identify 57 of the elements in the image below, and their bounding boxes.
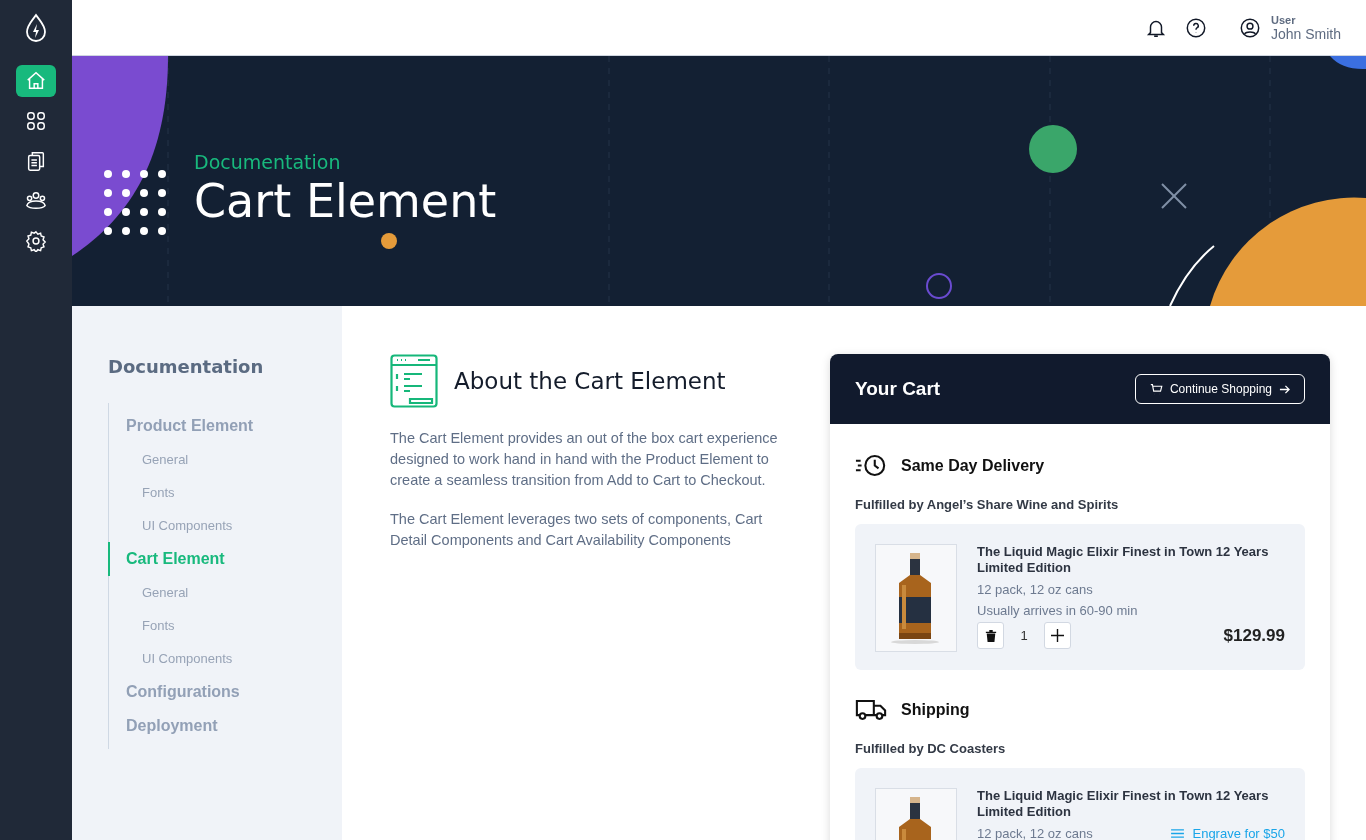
docs-nav-section[interactable]: Product Element (108, 409, 342, 443)
product-name: The Liquid Magic Elixir Finest in Town 12 Years Limited Edition (977, 544, 1270, 576)
filled-circle (1029, 125, 1077, 173)
help-icon[interactable] (1184, 16, 1207, 39)
quantity-value: 1 (1019, 628, 1029, 643)
product-name: The Liquid Magic Elixir Finest in Town 12 Years Limited Edition (977, 788, 1270, 820)
hero-title: Cart Element (194, 173, 497, 229)
clipboard-icon (25, 150, 47, 172)
engrave-link[interactable]: Engrave for $50 (1171, 826, 1285, 840)
product-variant: 12 pack, 12 oz cans (977, 826, 1093, 840)
truck-icon (855, 698, 887, 721)
fulfilled-by-label: Fulfilled by Angel’s Share Wine and Spirits (855, 497, 1120, 512)
increase-button[interactable] (1044, 622, 1071, 649)
delivery-group-title: Same Day Delivery (901, 456, 1045, 475)
user-avatar-icon[interactable] (1238, 16, 1261, 39)
user-label: User (1270, 13, 1297, 26)
hero-eyebrow: Documentation (194, 151, 342, 173)
delivery-estimate: Usually arrives in 60-90 min (977, 603, 1138, 618)
home-icon (25, 70, 47, 92)
lines-icon (1171, 828, 1185, 839)
article-heading: About the Cart Element (454, 368, 726, 394)
item-price: $129.99 (1223, 625, 1285, 646)
people-icon (25, 190, 47, 212)
product-variant: 12 pack, 12 oz cans (977, 582, 1094, 597)
docs-nav-section[interactable]: Cart Element (108, 542, 342, 576)
dot-grid-drawing (104, 170, 166, 235)
arrow-right-icon (1279, 383, 1290, 395)
fulfilled-by-label: Fulfilled by DC Coasters (855, 741, 1007, 756)
docs-nav-section[interactable]: Deployment (108, 709, 342, 743)
cross-mark (1161, 183, 1187, 209)
cart-page-icon (390, 354, 438, 408)
grid-icon (25, 110, 47, 132)
continue-shopping-button[interactable]: Continue Shopping (1134, 374, 1305, 404)
cart-title: Your Cart (855, 378, 941, 400)
docs-nav-item[interactable]: UI Components (108, 642, 342, 675)
drop-bolt-logo-icon (24, 13, 48, 43)
delivery-group-title: Shipping (901, 700, 970, 719)
curved-line (1169, 245, 1215, 306)
plus-icon (1051, 629, 1064, 642)
article-paragraph: The Cart Element provides an out of the box cart experience designed to work hand in hand with the Product Element to create a seamless transition from Add to Cart to Checkout. (390, 429, 779, 490)
trash-icon (984, 628, 997, 643)
docs-nav-title: Documentation (108, 356, 265, 377)
small-dot (381, 233, 397, 249)
docs-nav-item[interactable]: General (108, 576, 342, 609)
docs-nav-item[interactable]: Fonts (108, 476, 342, 509)
docs-nav-item[interactable]: Fonts (108, 609, 342, 642)
delete-button[interactable] (977, 622, 1004, 649)
article-paragraph: The Cart Element leverages two sets of components, Cart Detail Components and Cart Availability Components (390, 510, 764, 550)
docs-nav-item[interactable]: UI Components (108, 509, 342, 542)
home-nav-button[interactable] (16, 65, 56, 97)
cart-icon (1149, 382, 1163, 396)
ring-outline (926, 273, 952, 299)
docs-nav-item[interactable]: General (108, 443, 342, 476)
user-name: John Smith (1270, 25, 1341, 42)
settings-icon (25, 230, 47, 252)
fast-clock-icon (855, 454, 887, 477)
docs-nav-section[interactable]: Configurations (108, 675, 342, 709)
